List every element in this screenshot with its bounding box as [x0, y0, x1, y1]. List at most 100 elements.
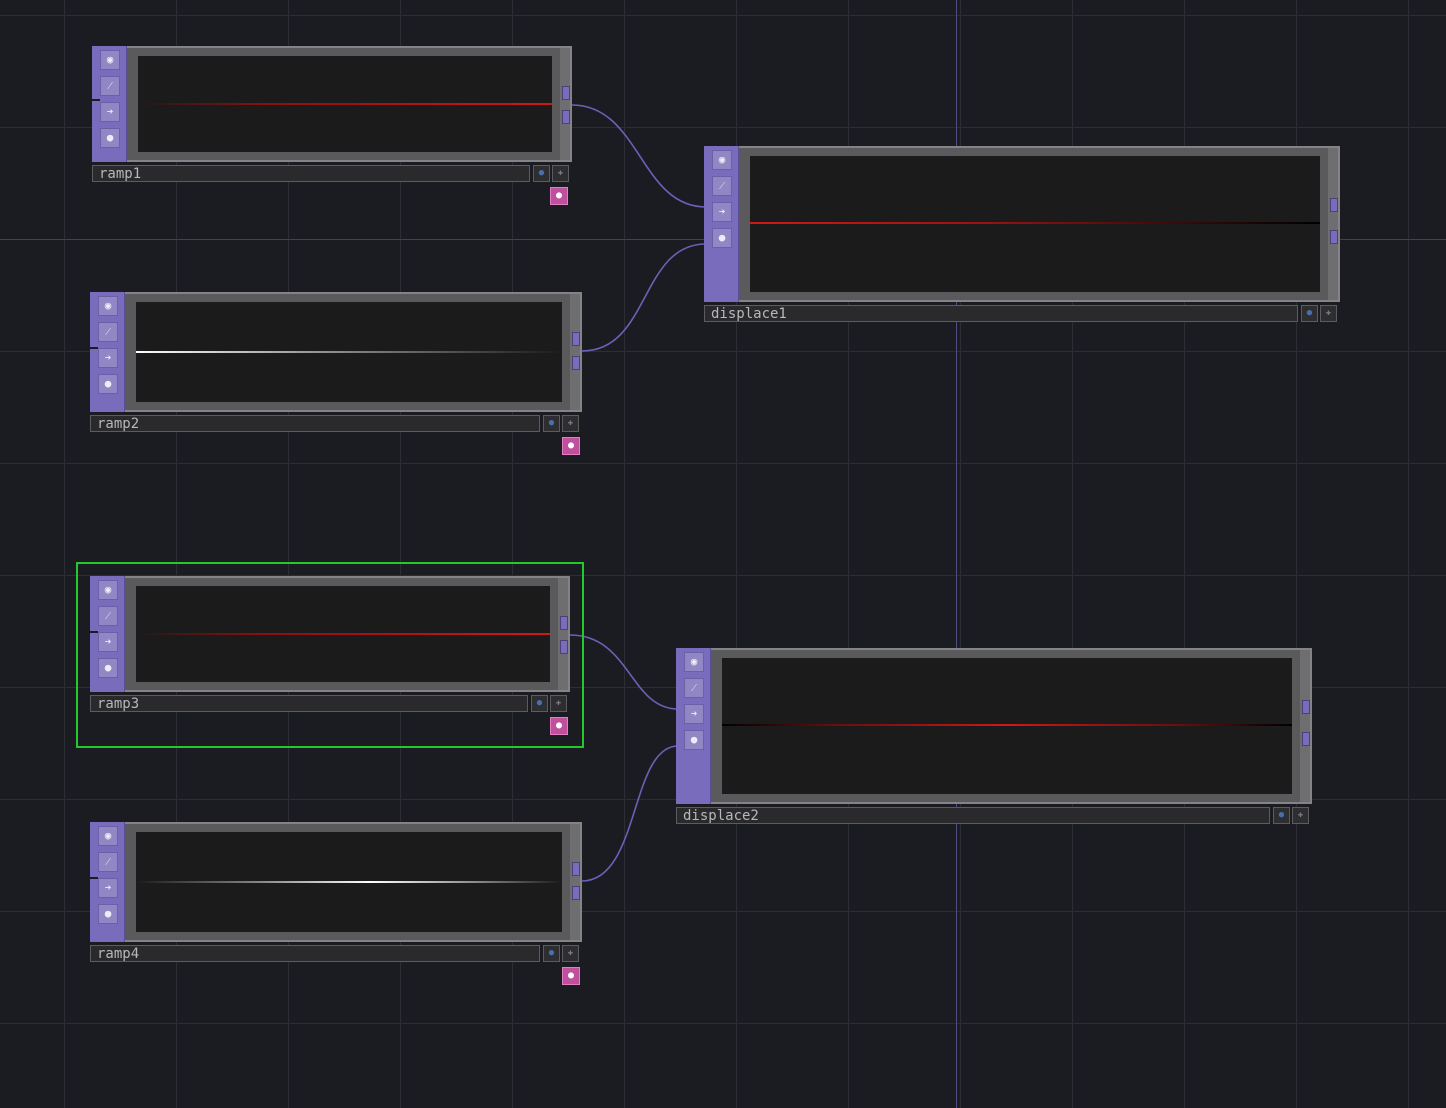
lock-icon[interactable]: ⁄	[100, 76, 120, 96]
output-connector[interactable]	[560, 640, 568, 654]
node-viewer[interactable]	[722, 658, 1292, 794]
output-connector[interactable]	[1330, 230, 1338, 244]
bypass-icon[interactable]: ◉	[100, 50, 120, 70]
display-icon[interactable]: ➔	[712, 202, 732, 222]
flag-strip: ◉ ⁄ ➔ ●	[90, 576, 125, 692]
output-connector[interactable]	[562, 86, 570, 100]
node-body[interactable]	[90, 576, 570, 692]
node-name-bar[interactable]: displace2	[676, 807, 1270, 824]
expand-button[interactable]: ✚	[552, 165, 569, 182]
network-editor[interactable]: ◉ ⁄ ➔ ● ramp1 ● ✚ ● ◉ ⁄ ➔ ● ramp2 ● ✚ ● …	[0, 0, 1446, 1108]
node-body[interactable]	[90, 292, 582, 412]
output-connector[interactable]	[572, 862, 580, 876]
input-connector-0[interactable]	[704, 203, 712, 211]
node-name-bar[interactable]: ramp4	[90, 945, 540, 962]
viewer-toggle-icon[interactable]: ●	[562, 437, 580, 455]
node-body[interactable]	[90, 822, 582, 942]
node-body[interactable]	[704, 146, 1340, 302]
render-icon[interactable]: ●	[98, 374, 118, 394]
wire-ramp2-displace1[interactable]	[581, 243, 707, 352]
viewer-active-button[interactable]: ●	[543, 945, 560, 962]
bypass-icon[interactable]: ◉	[98, 296, 118, 316]
node-name-bar[interactable]: ramp3	[90, 695, 528, 712]
output-column	[1328, 148, 1338, 300]
render-icon[interactable]: ●	[684, 730, 704, 750]
viewer-active-button[interactable]: ●	[533, 165, 550, 182]
output-connector[interactable]	[572, 356, 580, 370]
viewer-active-button[interactable]: ●	[1301, 305, 1318, 322]
node-body[interactable]	[676, 648, 1312, 804]
viewer-active-button[interactable]: ●	[543, 415, 560, 432]
viewer-active-button[interactable]: ●	[1273, 807, 1290, 824]
ramp-signal-line	[136, 633, 550, 635]
display-icon[interactable]: ➔	[98, 348, 118, 368]
render-icon[interactable]: ●	[98, 658, 118, 678]
output-connector[interactable]	[572, 332, 580, 346]
bypass-icon[interactable]: ◉	[712, 150, 732, 170]
lock-icon[interactable]: ⁄	[712, 176, 732, 196]
output-connector[interactable]	[1302, 732, 1310, 746]
bypass-icon[interactable]: ◉	[684, 652, 704, 672]
node-ramp1[interactable]: ◉ ⁄ ➔ ● ramp1 ● ✚ ●	[92, 46, 572, 208]
node-displace1[interactable]: ◉ ⁄ ➔ ● displace1 ● ✚	[704, 146, 1340, 324]
bypass-icon[interactable]: ◉	[98, 826, 118, 846]
lock-icon[interactable]: ⁄	[98, 852, 118, 872]
node-viewer[interactable]	[136, 586, 550, 682]
output-column	[570, 824, 580, 940]
node-ramp4[interactable]: ◉ ⁄ ➔ ● ramp4 ● ✚ ●	[90, 822, 582, 986]
lock-icon[interactable]: ⁄	[98, 606, 118, 626]
wire-ramp1-displace1[interactable]	[571, 104, 707, 208]
output-column	[558, 578, 568, 690]
ramp-signal-line	[138, 103, 552, 105]
render-icon[interactable]: ●	[712, 228, 732, 248]
node-body[interactable]	[92, 46, 572, 162]
lock-icon[interactable]: ⁄	[684, 678, 704, 698]
output-connector[interactable]	[560, 616, 568, 630]
bypass-icon[interactable]: ◉	[98, 580, 118, 600]
output-connector[interactable]	[1330, 198, 1338, 212]
display-icon[interactable]: ➔	[98, 632, 118, 652]
viewer-toggle-icon[interactable]: ●	[562, 967, 580, 985]
expand-button[interactable]: ✚	[1320, 305, 1337, 322]
expand-button[interactable]: ✚	[1292, 807, 1309, 824]
viewer-toggle-icon[interactable]: ●	[550, 187, 568, 205]
render-icon[interactable]: ●	[100, 128, 120, 148]
flag-strip: ◉ ⁄ ➔ ●	[676, 648, 711, 804]
display-icon[interactable]: ➔	[100, 102, 120, 122]
input-connector-0[interactable]	[676, 705, 684, 713]
wire-ramp3-displace2[interactable]	[569, 634, 679, 710]
viewer-active-button[interactable]: ●	[531, 695, 548, 712]
flag-strip: ◉ ⁄ ➔ ●	[92, 46, 127, 162]
strip-tick	[92, 99, 100, 101]
output-connector[interactable]	[562, 110, 570, 124]
expand-button[interactable]: ✚	[562, 945, 579, 962]
input-connector-1[interactable]	[676, 742, 684, 750]
input-connector-1[interactable]	[704, 240, 712, 248]
node-name: displace2	[683, 808, 759, 824]
node-viewer[interactable]	[138, 56, 552, 152]
output-connector[interactable]	[1302, 700, 1310, 714]
node-viewer[interactable]	[136, 302, 562, 402]
flag-strip: ◉ ⁄ ➔ ●	[90, 292, 125, 412]
display-icon[interactable]: ➔	[684, 704, 704, 724]
strip-tick	[90, 877, 98, 879]
node-ramp2[interactable]: ◉ ⁄ ➔ ● ramp2 ● ✚ ●	[90, 292, 582, 456]
render-icon[interactable]: ●	[98, 904, 118, 924]
lock-icon[interactable]: ⁄	[98, 322, 118, 342]
strip-tick	[90, 631, 98, 633]
expand-button[interactable]: ✚	[550, 695, 567, 712]
display-icon[interactable]: ➔	[98, 878, 118, 898]
wire-ramp4-displace2[interactable]	[581, 745, 679, 882]
viewer-toggle-icon[interactable]: ●	[550, 717, 568, 735]
ramp-signal-line	[136, 881, 562, 883]
node-viewer[interactable]	[750, 156, 1320, 292]
displace-signal-line	[722, 724, 1292, 726]
node-name-bar[interactable]: displace1	[704, 305, 1298, 322]
node-displace2[interactable]: ◉ ⁄ ➔ ● displace2 ● ✚	[676, 648, 1312, 826]
node-ramp3[interactable]: ◉ ⁄ ➔ ● ramp3 ● ✚ ●	[90, 576, 570, 738]
node-viewer[interactable]	[136, 832, 562, 932]
node-name-bar[interactable]: ramp1	[92, 165, 530, 182]
output-connector[interactable]	[572, 886, 580, 900]
node-name-bar[interactable]: ramp2	[90, 415, 540, 432]
expand-button[interactable]: ✚	[562, 415, 579, 432]
